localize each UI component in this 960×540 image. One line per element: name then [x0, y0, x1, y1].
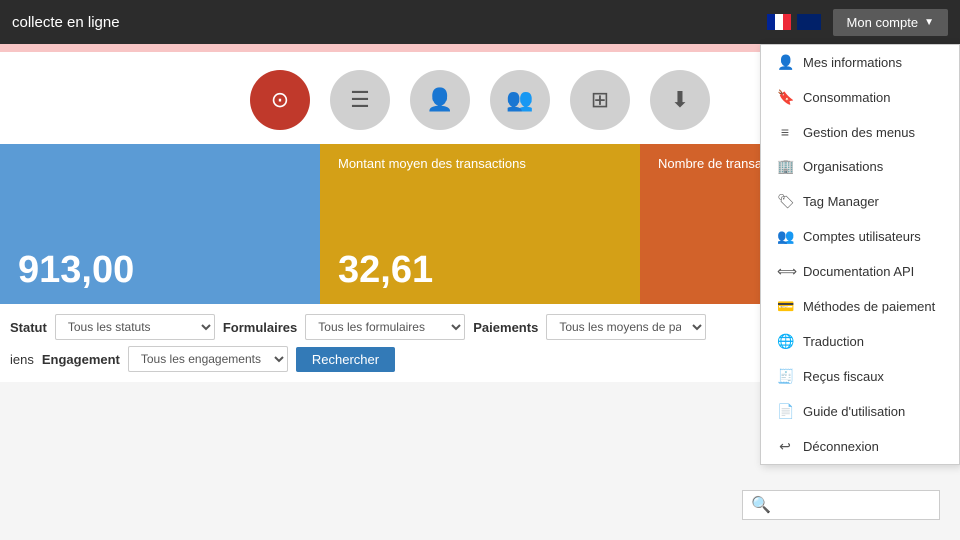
dropdown-item-recus-fiscaux[interactable]: 🧾Reçus fiscaux	[761, 359, 959, 394]
consommation-icon: 🔖	[777, 89, 793, 106]
language-flags	[767, 14, 821, 30]
statut-select[interactable]: Tous les statuts	[55, 314, 215, 340]
dropdown-item-gestion-menus[interactable]: ≡Gestion des menus	[761, 115, 959, 149]
menu-icon-btn[interactable]: ☰	[330, 70, 390, 130]
gestion-menus-icon: ≡	[777, 124, 793, 140]
dropdown-item-traduction[interactable]: 🌐Traduction	[761, 324, 959, 359]
dropdown-item-deconnexion[interactable]: ↩Déconnexion	[761, 429, 959, 464]
paiements-label: Paiements	[473, 320, 538, 335]
mon-compte-button[interactable]: Mon compte ▼	[833, 9, 948, 36]
caret-icon: ▼	[924, 17, 934, 28]
grid-icon-btn[interactable]: ⊞	[570, 70, 630, 130]
stat-box-average: Montant moyen des transactions 32,61	[320, 144, 640, 304]
guide-utilisation-icon: 📄	[777, 403, 793, 420]
bottom-search-bar: 🔍	[742, 490, 940, 520]
search-icon[interactable]: 🔍	[751, 495, 771, 515]
dashboard-icon-btn[interactable]: ⊙	[250, 70, 310, 130]
dropdown-item-methodes-paiement[interactable]: 💳Méthodes de paiement	[761, 289, 959, 324]
stat-value-total: 913,00	[18, 249, 302, 292]
account-dropdown-menu: 👤Mes informations🔖Consommation≡Gestion d…	[760, 44, 960, 465]
dropdown-item-comptes-utilisateurs[interactable]: 👥Comptes utilisateurs	[761, 219, 959, 254]
dropdown-item-organisations[interactable]: 🏢Organisations	[761, 149, 959, 184]
stat-box-total: 913,00	[0, 144, 320, 304]
methodes-paiement-icon: 💳	[777, 298, 793, 315]
deconnexion-icon: ↩	[777, 438, 793, 455]
flag-uk-icon[interactable]	[797, 14, 821, 30]
dropdown-item-documentation-api[interactable]: ⟺Documentation API	[761, 254, 959, 289]
rechercher-button[interactable]: Rechercher	[296, 347, 395, 372]
stat-value-average: 32,61	[338, 249, 622, 292]
app-title: collecte en ligne	[12, 14, 767, 31]
mes-informations-icon: 👤	[777, 54, 793, 71]
tag-manager-icon: 🏷	[777, 193, 793, 210]
formulaires-label: Formulaires	[223, 320, 297, 335]
download-icon-btn[interactable]: ⬇	[650, 70, 710, 130]
engagement-label: Engagement	[42, 352, 120, 367]
topnav: collecte en ligne Mon compte ▼ 👤Mes info…	[0, 0, 960, 44]
users-icon-btn[interactable]: 👥	[490, 70, 550, 130]
organisations-icon: 🏢	[777, 158, 793, 175]
bottom-search-input[interactable]	[771, 498, 931, 513]
flag-fr-icon[interactable]	[767, 14, 791, 30]
dropdown-item-tag-manager[interactable]: 🏷Tag Manager	[761, 184, 959, 219]
stat-label-average: Montant moyen des transactions	[338, 156, 526, 171]
engagement-select[interactable]: Tous les engagements	[128, 346, 288, 372]
formulaires-select[interactable]: Tous les formulaires	[305, 314, 465, 340]
recus-fiscaux-icon: 🧾	[777, 368, 793, 385]
statut-label: Statut	[10, 320, 47, 335]
traduction-icon: 🌐	[777, 333, 793, 350]
dropdown-item-guide-utilisation[interactable]: 📄Guide d'utilisation	[761, 394, 959, 429]
documentation-api-icon: ⟺	[777, 263, 793, 280]
dropdown-item-consommation[interactable]: 🔖Consommation	[761, 80, 959, 115]
user-icon-btn[interactable]: 👤	[410, 70, 470, 130]
dropdown-item-mes-informations[interactable]: 👤Mes informations	[761, 45, 959, 80]
comptes-utilisateurs-icon: 👥	[777, 228, 793, 245]
liens-label: iens	[10, 352, 34, 367]
paiements-select[interactable]: Tous les moyens de paiement	[546, 314, 706, 340]
